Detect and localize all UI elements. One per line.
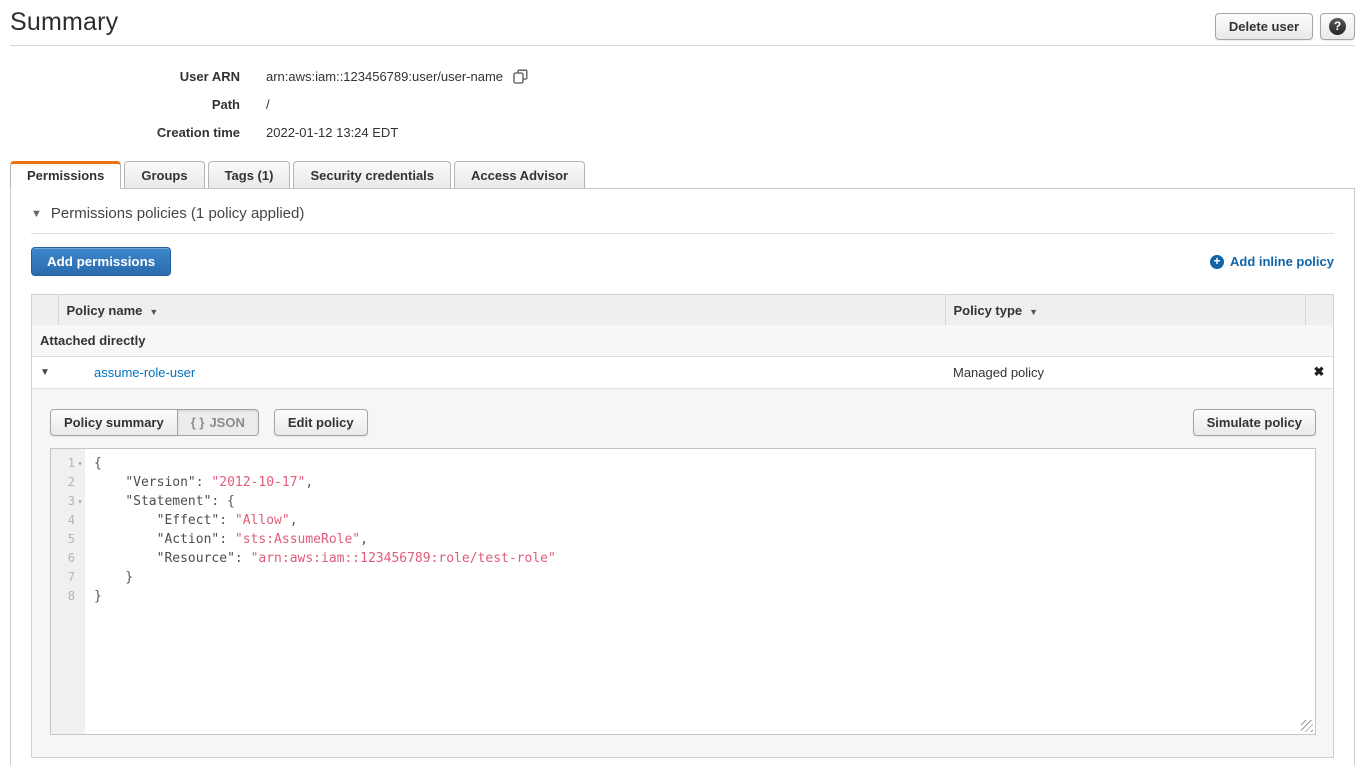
row-expand-caret-icon[interactable]: ▼ <box>32 357 58 388</box>
sort-caret-icon: ▼ <box>149 307 158 317</box>
editor-resize-handle-icon[interactable] <box>1301 720 1313 732</box>
field-row-creation-time: Creation time 2022-01-12 13:24 EDT <box>0 118 1362 146</box>
policy-actions-row: Add permissions + Add inline policy <box>31 247 1334 276</box>
policy-summary-button[interactable]: Policy summary <box>50 409 178 436</box>
add-inline-policy-link[interactable]: + Add inline policy <box>1210 254 1334 269</box>
group-row-label: Attached directly <box>32 325 1333 357</box>
json-editor[interactable]: 1▾23▾45678 { "Version": "2012-10-17", "S… <box>50 448 1316 735</box>
field-row-user-arn: User ARN arn:aws:iam::123456789:user/use… <box>0 62 1362 90</box>
policies-table: Policy name▼ Policy type▼ Attached direc… <box>31 294 1334 758</box>
page-title: Summary <box>10 8 118 37</box>
policy-type-column-header[interactable]: Policy type▼ <box>945 295 1305 325</box>
expand-column-header <box>32 295 58 325</box>
tab-permissions[interactable]: Permissions <box>10 161 121 189</box>
actions-column-header <box>1305 295 1333 325</box>
tab-bar: PermissionsGroupsTags (1)Security creden… <box>10 161 1355 189</box>
policy-detail-expanded: Policy summary { }JSON Edit policy Simul… <box>32 388 1333 757</box>
help-button[interactable]: ? <box>1320 13 1355 40</box>
question-icon: ? <box>1329 18 1346 35</box>
remove-policy-button[interactable]: ✖ <box>1305 357 1333 388</box>
header-actions: Delete user ? <box>1215 8 1355 40</box>
policy-type-cell: Managed policy <box>945 357 1305 388</box>
table-header-row: Policy name▼ Policy type▼ <box>32 295 1333 325</box>
field-label: User ARN <box>0 69 240 84</box>
tab-access-advisor[interactable]: Access Advisor <box>454 161 585 189</box>
json-view-button[interactable]: { }JSON <box>177 409 259 436</box>
creation-time-value: 2022-01-12 13:24 EDT <box>266 125 398 140</box>
path-value: / <box>266 97 270 112</box>
field-label: Path <box>0 97 240 112</box>
fold-caret-icon[interactable]: ▾ <box>75 459 85 468</box>
policy-table-row: ▼ assume-role-user Managed policy ✖ <box>32 357 1333 388</box>
copy-icon[interactable] <box>513 69 528 84</box>
field-row-path: Path / <box>0 90 1362 118</box>
permissions-panel: ▼ Permissions policies (1 policy applied… <box>10 188 1355 765</box>
json-braces-icon: { } <box>191 415 205 430</box>
permissions-policies-section-header[interactable]: ▼ Permissions policies (1 policy applied… <box>31 189 1334 234</box>
delete-user-button[interactable]: Delete user <box>1215 13 1313 40</box>
simulate-policy-button[interactable]: Simulate policy <box>1193 409 1316 436</box>
attached-directly-group-row: Attached directly <box>32 325 1333 357</box>
add-permissions-button[interactable]: Add permissions <box>31 247 171 276</box>
section-title: Permissions policies (1 policy applied) <box>51 205 304 222</box>
page-header: Summary Delete user ? <box>10 0 1355 46</box>
editor-gutter: 1▾23▾45678 <box>51 449 85 734</box>
collapse-caret-icon: ▼ <box>31 208 42 220</box>
user-details: User ARN arn:aws:iam::123456789:user/use… <box>0 46 1362 161</box>
editor-code: { "Version": "2012-10-17", "Statement": … <box>85 449 556 734</box>
user-arn-value: arn:aws:iam::123456789:user/user-name <box>266 69 503 84</box>
plus-icon: + <box>1210 255 1224 269</box>
sort-caret-icon: ▼ <box>1029 307 1038 317</box>
policy-detail-toolbar: Policy summary { }JSON Edit policy Simul… <box>50 409 1316 436</box>
field-value: arn:aws:iam::123456789:user/user-name <box>266 69 528 84</box>
tab-tags-1[interactable]: Tags (1) <box>208 161 291 189</box>
fold-caret-icon[interactable]: ▾ <box>75 497 85 506</box>
field-label: Creation time <box>0 125 240 140</box>
tab-groups[interactable]: Groups <box>124 161 204 189</box>
tab-security-credentials[interactable]: Security credentials <box>293 161 451 189</box>
policy-name-link[interactable]: assume-role-user <box>66 365 195 380</box>
edit-policy-button[interactable]: Edit policy <box>274 409 368 436</box>
policy-name-column-header[interactable]: Policy name▼ <box>58 295 945 325</box>
